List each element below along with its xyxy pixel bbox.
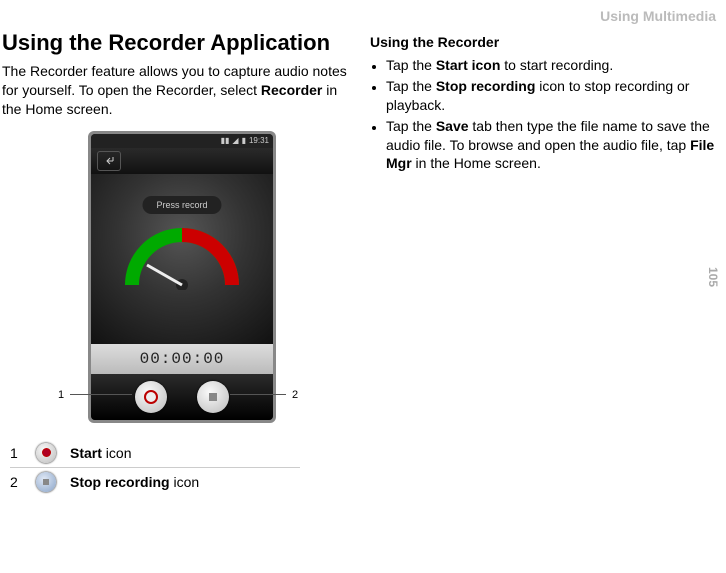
stop-icon [43, 479, 49, 485]
section-header: Using Multimedia [600, 8, 716, 24]
legend-stop-icon [36, 472, 56, 492]
button-row [91, 374, 273, 420]
wifi-icon: ◢ [232, 137, 238, 145]
recorder-body: Press record [91, 174, 273, 344]
legend-2-num: 2 [10, 474, 22, 490]
legend-2-text: Stop recording icon [70, 474, 199, 490]
legend-1-text: Start icon [70, 445, 131, 461]
list-item: Tap the Save tab then type the file name… [386, 117, 716, 174]
right-column: Using the Recorder Tap the Start icon to… [370, 30, 716, 496]
legend-table: 1 Start icon 2 Stop recording icon [10, 443, 348, 492]
status-bar: ▮▮ ◢ ▮ 19:31 [91, 134, 273, 148]
subheading: Using the Recorder [370, 34, 716, 50]
legend-1-num: 1 [10, 445, 22, 461]
legend-row-2: 2 Stop recording icon [10, 472, 348, 492]
status-time: 19:31 [249, 137, 269, 145]
back-button[interactable] [97, 151, 121, 171]
intro-text-bold: Recorder [261, 82, 322, 98]
press-record-label: Press record [142, 196, 221, 214]
callout-1-line [70, 394, 132, 395]
callout-1-label: 1 [58, 389, 64, 401]
callout-2-label: 2 [292, 389, 298, 401]
signal-icon: ▮▮ [221, 137, 230, 145]
intro-paragraph: The Recorder feature allows you to captu… [2, 62, 348, 119]
record-icon [42, 448, 51, 457]
time-display: 00:00:00 [91, 344, 273, 374]
list-item: Tap the Start icon to start recording. [386, 56, 716, 75]
legend-row-1: 1 Start icon [10, 443, 348, 463]
instruction-list: Tap the Start icon to start recording. T… [370, 56, 716, 173]
record-icon [144, 390, 158, 404]
left-column: Using the Recorder Application The Recor… [2, 30, 348, 496]
page-number: 105 [706, 266, 720, 286]
battery-icon: ▮ [242, 137, 246, 145]
callout-2-line [230, 394, 286, 395]
recorder-screenshot: ▮▮ ◢ ▮ 19:31 Press record [62, 131, 302, 423]
gauge-icon [122, 220, 242, 290]
page-title: Using the Recorder Application [2, 30, 348, 56]
stop-button[interactable] [197, 381, 229, 413]
stop-icon [209, 393, 217, 401]
legend-start-icon [36, 443, 56, 463]
list-item: Tap the Stop recording icon to stop reco… [386, 77, 716, 115]
app-top-bar [91, 148, 273, 174]
back-arrow-icon [103, 155, 115, 167]
start-button[interactable] [135, 381, 167, 413]
